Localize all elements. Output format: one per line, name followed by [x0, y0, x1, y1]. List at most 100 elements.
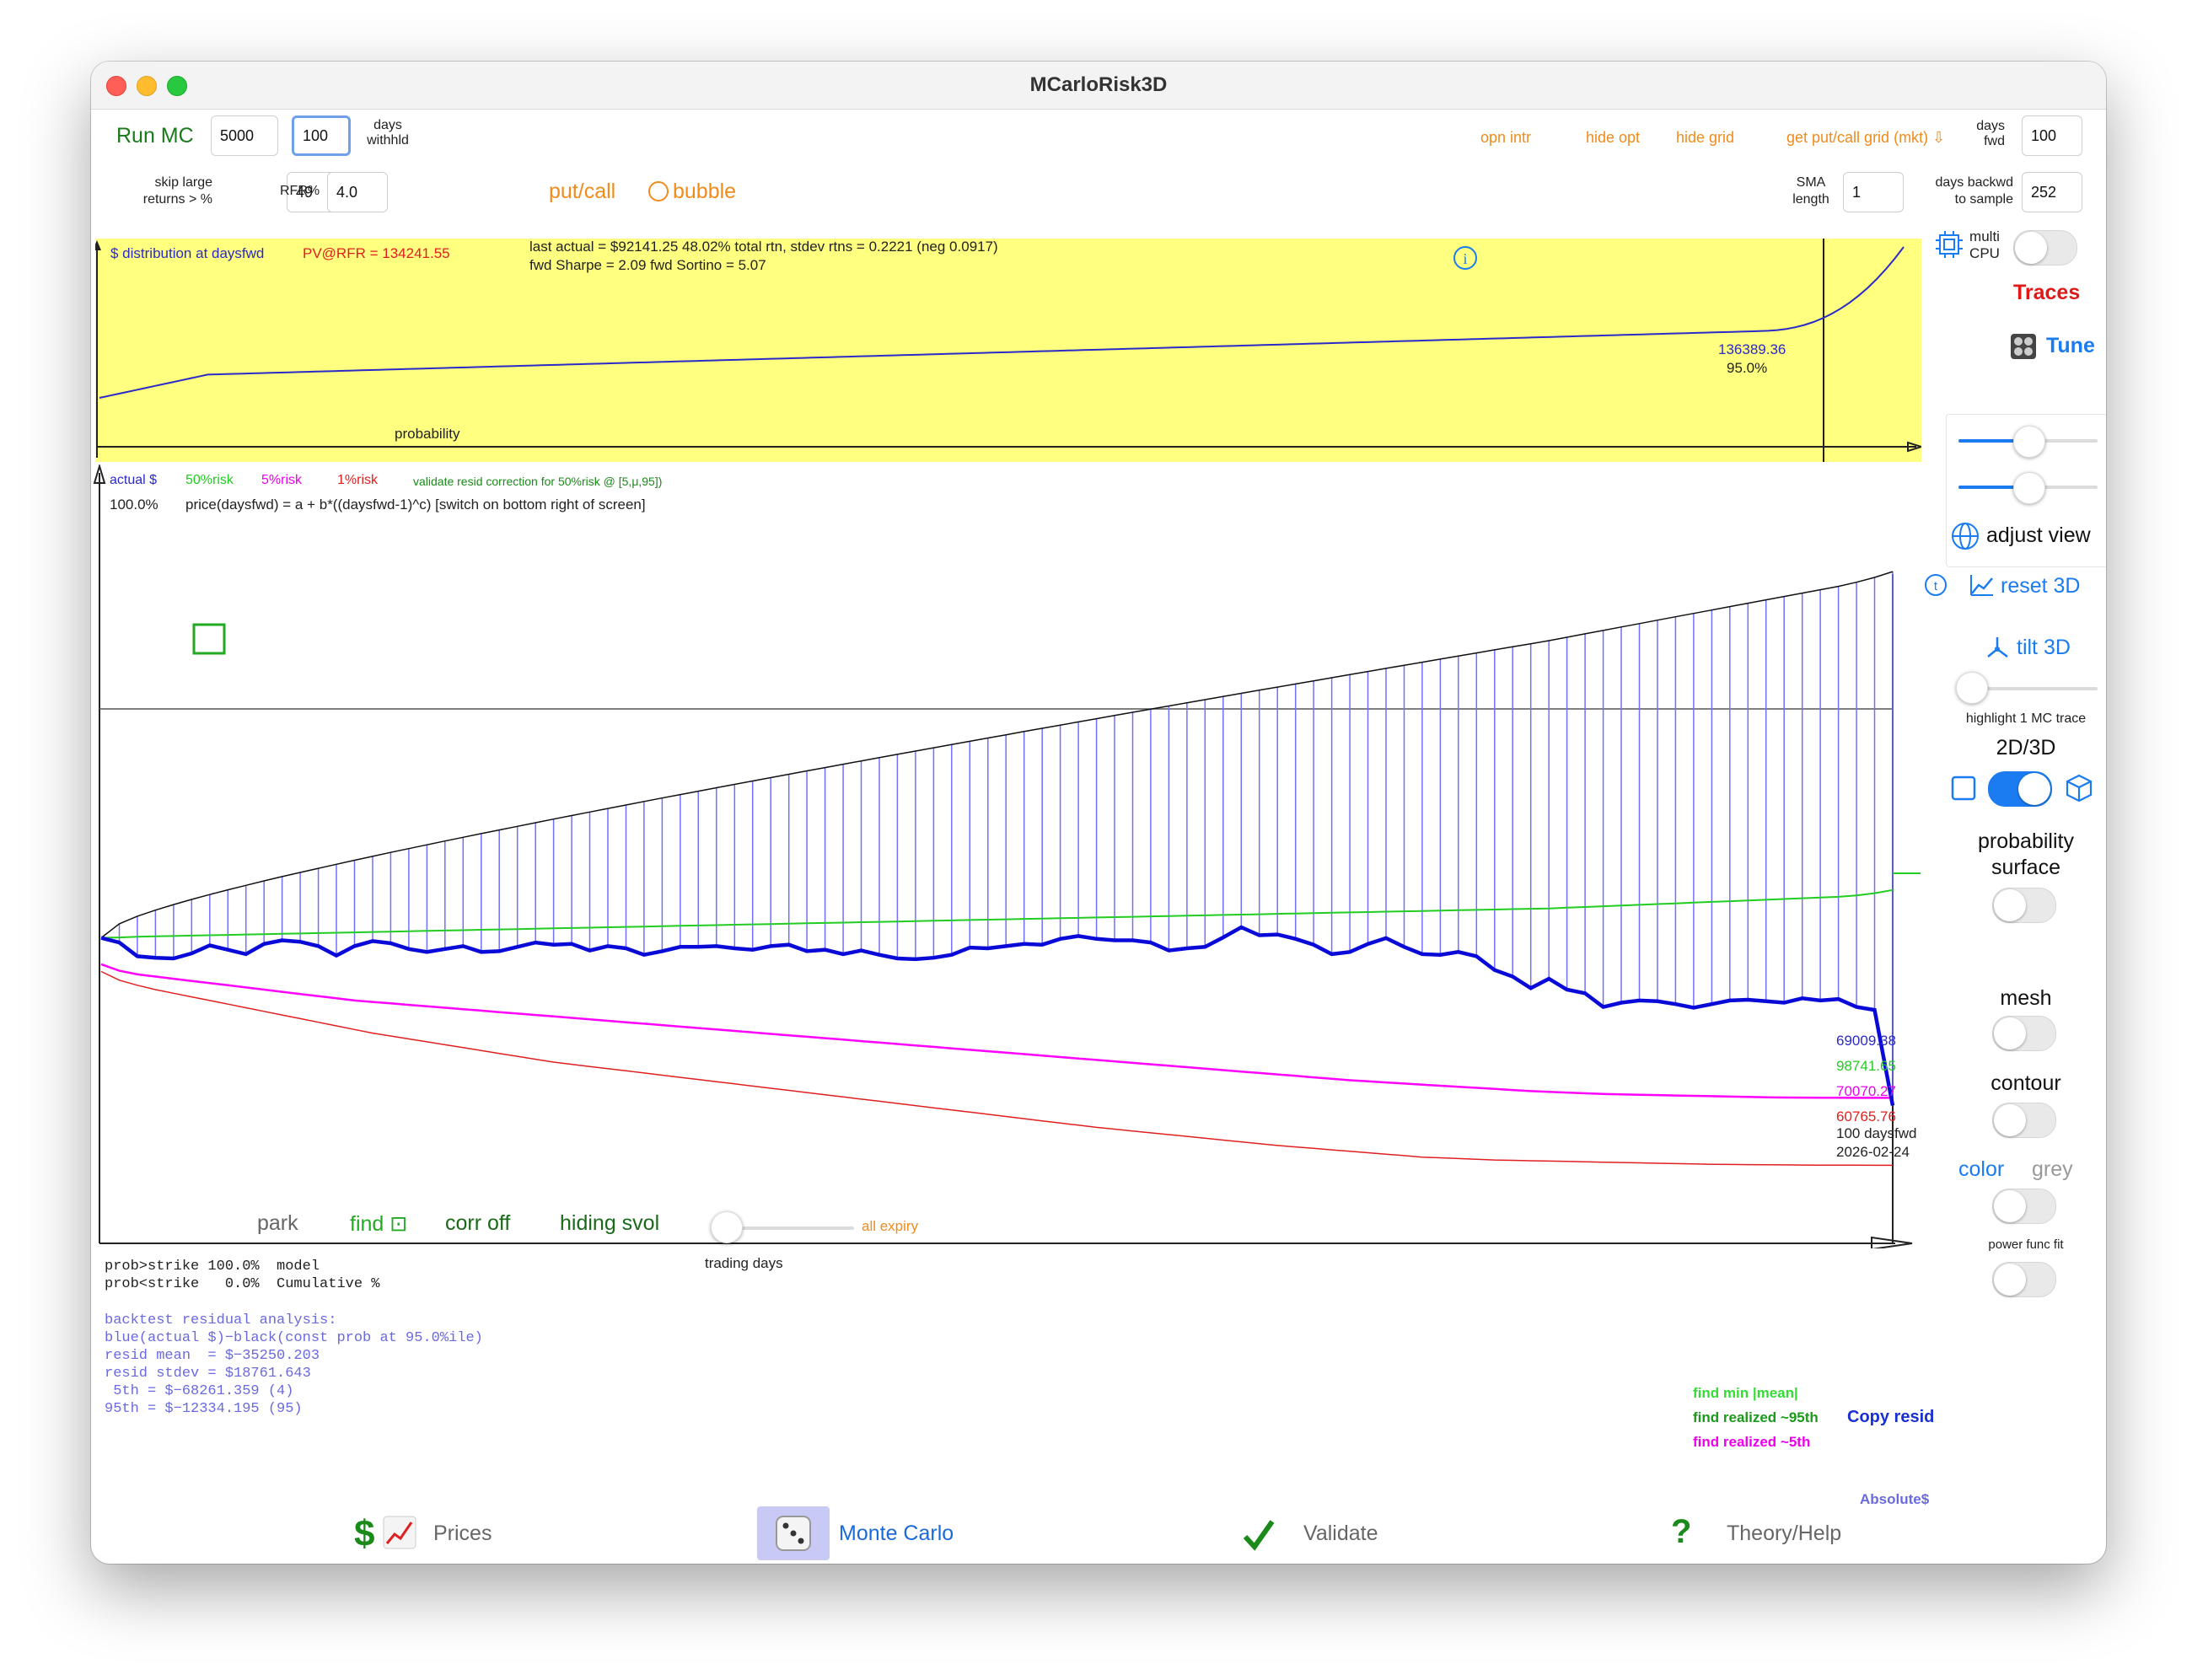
absolute-dollar-toggle[interactable]: Absolute$ — [1860, 1491, 1929, 1508]
highlight-trace-slider-knob[interactable] — [1956, 672, 1988, 704]
color-option[interactable]: color — [1958, 1157, 2004, 1182]
distribution-xlabel: probability — [395, 426, 460, 442]
checkmark-icon — [1243, 1520, 1275, 1551]
square-2d-icon[interactable] — [1950, 775, 1977, 802]
run-mc-button[interactable]: Run MC — [116, 124, 194, 148]
mode-2d3d-label: 2D/3D — [1996, 736, 2056, 759]
contour-toggle[interactable] — [1992, 1103, 2056, 1138]
days-fwd-label: days fwd — [1976, 119, 2005, 148]
adjust-view-button[interactable]: adjust view — [1986, 523, 2091, 548]
window-title: MCarloRisk3D — [1029, 73, 1168, 96]
main-chart[interactable] — [91, 464, 1929, 1248]
bubble-radio-icon[interactable] — [648, 181, 669, 201]
formula-label: price(daysfwd) = a + b*((daysfwd-1)^c) [… — [185, 496, 646, 513]
resid-5th: 5th = $−68261.359 (4) — [105, 1383, 294, 1399]
svg-text:i: i — [1463, 250, 1467, 267]
app-window: MCarloRisk3D Run MC days withhld opn int… — [91, 62, 2106, 1564]
grey-option[interactable]: grey — [2032, 1157, 2073, 1182]
legend-50-risk[interactable]: 50%risk — [185, 472, 234, 489]
readout-days: 100 daysfwd — [1836, 1125, 1917, 1141]
legend-5-risk[interactable]: 5%risk — [261, 472, 302, 489]
copy-resid-button[interactable]: Copy resid — [1847, 1408, 1934, 1427]
sma-length-input[interactable] — [1843, 172, 1904, 212]
color-grey-toggle[interactable] — [1992, 1189, 2056, 1224]
hide-options-button[interactable]: hide opt — [1586, 129, 1640, 147]
resid-mean: resid mean = $−35250.203 — [105, 1348, 320, 1364]
prob-above-strike: prob>strike 100.0% model — [105, 1259, 320, 1275]
legend-actual[interactable]: actual $ — [110, 472, 157, 489]
days-backwd-input[interactable] — [2022, 172, 2082, 212]
hide-grid-button[interactable]: hide grid — [1676, 129, 1734, 147]
view-slider-2-knob[interactable] — [2013, 472, 2045, 504]
validate-resid-note[interactable]: validate resid correction for 50%risk @ … — [413, 473, 662, 490]
power-func-fit-toggle[interactable] — [1992, 1262, 2056, 1297]
traces-button[interactable]: Traces — [2013, 281, 2080, 305]
tilt-3d-button[interactable]: tilt 3D — [2017, 636, 2071, 660]
days-withheld-input[interactable] — [292, 115, 351, 156]
prob-surface-toggle[interactable] — [1992, 888, 2056, 923]
find-min-mean-button[interactable]: find min |mean| — [1693, 1385, 1798, 1402]
reset-timer-icon[interactable]: t — [1924, 573, 1948, 597]
resid-stdev: resid stdev = $18761.643 — [105, 1366, 311, 1382]
axes-3d-icon — [1987, 637, 2008, 658]
open-interest-button[interactable]: opn intr — [1480, 129, 1531, 147]
pv-at-rfr-label: PV@RFR = 134241.55 — [303, 245, 450, 261]
mode-2d3d-toggle[interactable] — [1988, 771, 2052, 807]
rfr-input[interactable] — [327, 172, 388, 212]
tab-prices[interactable]: Prices — [433, 1522, 492, 1546]
backtest-line-2: blue(actual $)−black(const prob at 95.0%… — [105, 1330, 483, 1346]
percent-label: 100.0% — [110, 496, 158, 513]
readout-5-risk: 70070.27 — [1836, 1083, 1896, 1099]
distribution-panel[interactable]: i $ distribution at daysfwd PV@RFR = 134… — [95, 239, 1921, 462]
stats-line-2: fwd Sharpe = 2.09 fwd Sortino = 5.07 — [529, 257, 766, 273]
globe-icon — [1952, 523, 1979, 550]
expiry-slider-track[interactable] — [728, 1226, 854, 1230]
days-fwd-input[interactable] — [2022, 115, 2082, 156]
skip-large-returns-label: skip large returns > % — [142, 175, 212, 207]
find-realized-95-button[interactable]: find realized ~95th — [1693, 1409, 1819, 1426]
sma-length-label: SMA length — [1792, 175, 1829, 207]
get-putcall-grid-button[interactable]: get put/call grid (mkt) ⇩ — [1786, 129, 1945, 147]
distribution-title: $ distribution at daysfwd — [110, 245, 265, 261]
bubble-option[interactable]: bubble — [673, 180, 736, 204]
find-button[interactable]: find ⊡ — [350, 1211, 407, 1237]
resid-95th: 95th = $−12334.195 (95) — [105, 1401, 303, 1417]
park-button[interactable]: park — [257, 1211, 298, 1236]
series-upper-bound — [100, 571, 1894, 939]
green-square-marker — [192, 623, 226, 655]
chart-trend-icon — [383, 1516, 416, 1549]
tab-validate[interactable]: Validate — [1303, 1522, 1378, 1546]
tab-monte-carlo[interactable]: Monte Carlo — [839, 1522, 954, 1546]
tune-button[interactable]: Tune — [2046, 334, 2095, 358]
highlight-trace-label: highlight 1 MC trace — [1965, 711, 2087, 726]
dice-icon — [776, 1516, 811, 1551]
mc-runs-input[interactable] — [211, 115, 278, 156]
expiry-slider-knob[interactable] — [711, 1211, 743, 1243]
days-backwd-label: days backwd to sample — [1935, 175, 2014, 207]
svg-text:t: t — [1934, 579, 1938, 593]
distribution-chart: i — [95, 239, 1921, 462]
title-bar: MCarloRisk3D — [91, 62, 2106, 110]
corr-off-button[interactable]: corr off — [445, 1211, 510, 1236]
prob-surface-label: probability surface — [1978, 829, 2074, 879]
reset-3d-button[interactable]: reset 3D — [2001, 574, 2080, 598]
rfr-percent-label: RFR% — [280, 184, 320, 198]
find-realized-5-button[interactable]: find realized ~5th — [1693, 1434, 1810, 1451]
legend-1-risk[interactable]: 1%risk — [337, 472, 378, 489]
mesh-toggle[interactable] — [1992, 1016, 2056, 1051]
cursor-value: 136389.36 — [1718, 341, 1786, 357]
cube-3d-icon[interactable] — [2064, 773, 2094, 803]
chart-line-icon — [1970, 575, 1993, 596]
tab-theory-help[interactable]: Theory/Help — [1727, 1522, 1841, 1546]
dollar-icon: $ — [354, 1513, 375, 1554]
prob-below-strike: prob<strike 0.0% Cumulative % — [105, 1276, 380, 1292]
readout-1-risk: 60765.76 — [1836, 1108, 1896, 1124]
putcall-button[interactable]: put/call — [549, 180, 615, 204]
view-slider-1-knob[interactable] — [2013, 426, 2045, 458]
all-expiry-label: all expiry — [862, 1218, 919, 1234]
cpu-chip-icon — [1936, 231, 1963, 258]
hiding-svol-button[interactable]: hiding svol — [560, 1211, 659, 1236]
question-icon: ? — [1671, 1513, 1692, 1550]
stats-line-1: last actual = $92141.25 48.02% total rtn… — [529, 239, 998, 255]
multi-cpu-toggle[interactable] — [2013, 230, 2077, 266]
